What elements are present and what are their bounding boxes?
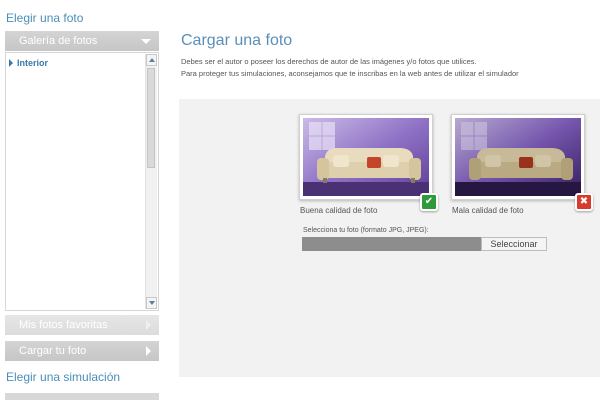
gallery-list: Interior (5, 52, 159, 311)
selected-arrow-icon (9, 59, 13, 67)
checkmark-icon: ✔ (420, 193, 438, 211)
bad-quality-example-photo (451, 114, 585, 200)
chevron-down-icon (141, 31, 151, 51)
arrow-down-icon (148, 301, 155, 305)
good-quality-caption: Buena calidad de foto (300, 206, 378, 215)
select-file-button[interactable]: Seleccionar (481, 237, 547, 251)
cross-icon: ✖ (575, 193, 593, 211)
good-quality-example-photo (299, 114, 433, 200)
file-path-field[interactable] (302, 237, 481, 251)
copyright-notice: Debes ser el autor o poseer los derechos… (181, 57, 477, 66)
favorite-photos-label: Mis fotos favoritas (19, 319, 108, 331)
upload-photo-label: Cargar tu foto (19, 345, 87, 357)
bad-quality-caption: Mala calidad de foto (452, 206, 524, 215)
scroll-down-button[interactable] (146, 297, 157, 309)
chevron-right-icon (146, 341, 151, 361)
page-title: Cargar una foto (181, 32, 293, 49)
scroll-up-button[interactable] (146, 54, 157, 66)
file-format-label: Selecciona tu foto (formato JPG, JPEG): (303, 227, 429, 234)
gallery-item-interior[interactable]: Interior (9, 58, 48, 68)
photo-gallery-toggle[interactable]: Galería de fotos (5, 31, 159, 51)
favorite-photos-toggle[interactable]: Mis fotos favoritas (5, 315, 159, 335)
upload-photo-toggle[interactable]: Cargar tu foto (5, 341, 159, 361)
photo-gallery-label: Galería de fotos (19, 35, 98, 47)
chevron-right-icon (146, 315, 151, 335)
scroll-thumb[interactable] (147, 68, 155, 168)
registration-advice: Para proteger tus simulaciones, aconseja… (181, 69, 519, 78)
gallery-scrollbar[interactable] (145, 54, 157, 309)
arrow-up-icon (148, 58, 155, 62)
choose-simulation-heading: Elegir una simulación (6, 370, 121, 384)
gallery-item-label: Interior (17, 58, 49, 68)
choose-photo-heading: Elegir una foto (6, 11, 84, 25)
next-section-bar[interactable] (5, 393, 159, 400)
